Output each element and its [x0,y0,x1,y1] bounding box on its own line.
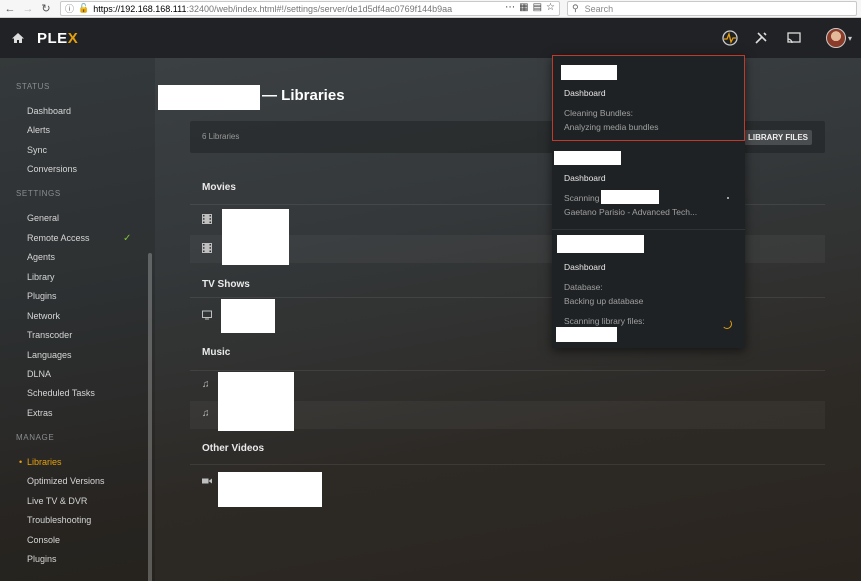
library-name-redacted [556,327,617,342]
activity-detail: Gaetano Parisio - Advanced Tech... [564,207,698,217]
section-movies: Movies [202,182,236,193]
sidebar-item-dlna[interactable]: DLNA [27,369,51,379]
plex-logo[interactable]: PLEX [37,30,78,47]
section-tv-shows: TV Shows [202,279,250,290]
activity-detail: Backing up database [564,296,644,306]
sidebar-item-transcoder[interactable]: Transcoder [27,330,72,340]
activity-task: Scanning library files: [564,316,645,326]
library-name-redacted [221,299,275,333]
film-icon [202,214,212,224]
sidebar-item-troubleshooting[interactable]: Troubleshooting [27,515,91,525]
reader-icon[interactable]: ▤ [533,2,542,13]
sidebar-heading-manage: MANAGE [16,433,55,442]
url-host: https://192.168.168.111 [93,3,187,14]
sidebar-item-console[interactable]: Console [27,535,60,545]
library-name-redacted [218,372,294,431]
activity-detail: Analyzing media bundles [564,122,659,132]
sidebar-item-languages[interactable]: Languages [27,350,72,360]
sidebar-item-scheduled-tasks[interactable]: Scheduled Tasks [27,388,95,398]
activity-task: Cleaning Bundles: [564,108,633,118]
sidebar-item-alerts[interactable]: Alerts [27,125,50,135]
video-camera-icon [202,476,212,486]
activity-task: Database: [564,282,603,292]
sidebar-item-live-tv-dvr[interactable]: Live TV & DVR [27,496,87,506]
sidebar-item-libraries[interactable]: Libraries [27,457,62,467]
activity-pulse-icon [722,30,738,46]
sidebar-item-optimized-versions[interactable]: Optimized Versions [27,476,105,486]
home-icon[interactable] [11,31,25,45]
sidebar-scrollbar[interactable] [148,253,152,581]
library-name-redacted [218,472,322,507]
music-note-icon: ♫ [202,408,210,419]
bookmark-star-icon[interactable]: ☆ [546,2,555,13]
avatar[interactable] [826,28,846,48]
wrench-icon [755,32,767,44]
url-path: :32400/web/index.html#!/settings/server/… [186,3,453,14]
activity-item[interactable]: Dashboard Scanning Gaetano Parisio - Adv… [552,143,745,227]
sidebar-item-agents[interactable]: Agents [27,252,55,262]
loading-spinner-icon [722,319,732,329]
search-icon: ⚲ [572,3,579,13]
divider [552,229,745,230]
tv-icon [202,310,212,320]
chevron-down-icon[interactable]: ▾ [848,34,852,43]
divider [190,370,825,371]
cast-screen-icon [787,32,801,44]
film-icon [202,243,212,253]
activity-icon[interactable] [721,29,739,47]
section-other-videos: Other Videos [202,443,265,454]
section-music: Music [202,347,231,358]
server-name-redacted [554,151,621,165]
activity-label: Dashboard [564,88,606,98]
music-note-icon: ♫ [202,379,210,390]
url-bar[interactable]: ⓘ 🔓 https://192.168.168.111:32400/web/in… [60,1,560,16]
search-field[interactable]: ⚲ Search [567,1,857,16]
divider [190,464,825,465]
server-name-redacted [557,235,644,253]
settings-tools-icon[interactable] [752,29,770,47]
server-name-redacted [561,65,617,80]
activity-item[interactable]: Dashboard Database: Backing up database … [552,231,745,348]
sidebar-item-dashboard[interactable]: Dashboard [27,106,71,116]
library-name-redacted [222,209,289,265]
library-name-redacted [601,190,659,204]
sidebar-item-plugins-manage[interactable]: Plugins [27,554,57,564]
active-bullet: • [19,457,23,467]
search-placeholder: Search [584,3,614,14]
activity-task: Scanning [564,193,600,203]
url-tools: ⋯ ▦ ▤ ☆ [501,2,555,13]
page-title: — Libraries [262,87,345,104]
settings-sidebar: STATUS Dashboard Alerts Sync Conversions… [0,58,155,581]
sidebar-item-conversions[interactable]: Conversions [27,164,77,174]
library-count: 6 Libraries [202,132,240,141]
info-icon[interactable]: ⓘ [65,2,74,15]
plex-header: PLEX ▾ [0,19,861,58]
sidebar-item-sync[interactable]: Sync [27,145,47,155]
activity-item[interactable]: Dashboard Cleaning Bundles: Analyzing me… [552,55,745,141]
forward-icon[interactable]: → [20,1,36,17]
check-icon: ✓ [123,233,132,244]
browser-toolbar: ← → ↻ ⓘ 🔓 https://192.168.168.111:32400/… [0,0,861,18]
cast-icon[interactable] [785,29,803,47]
library-files-button[interactable]: LIBRARY FILES [744,130,812,145]
sidebar-item-network[interactable]: Network [27,311,60,321]
server-name-redacted [158,85,260,110]
sidebar-item-extras[interactable]: Extras [27,408,53,418]
activity-dropdown: Dashboard Cleaning Bundles: Analyzing me… [552,55,745,348]
progress-dot [727,197,729,199]
sidebar-item-plugins[interactable]: Plugins [27,291,57,301]
activity-label: Dashboard [564,173,606,183]
sidebar-item-library[interactable]: Library [27,272,55,282]
back-icon[interactable]: ← [2,1,18,17]
sidebar-heading-settings: SETTINGS [16,189,61,198]
sidebar-item-general[interactable]: General [27,213,59,223]
more-icon[interactable]: ⋯ [505,2,515,13]
main-area: STATUS Dashboard Alerts Sync Conversions… [0,55,861,581]
sidebar-item-remote-access[interactable]: Remote Access [27,233,90,243]
reload-icon[interactable]: ↻ [38,1,54,17]
insecure-lock-icon[interactable]: 🔓 [78,3,89,14]
activity-label: Dashboard [564,262,606,272]
sidebar-heading-status: STATUS [16,82,50,91]
pocket-icon[interactable]: ▦ [519,2,528,13]
